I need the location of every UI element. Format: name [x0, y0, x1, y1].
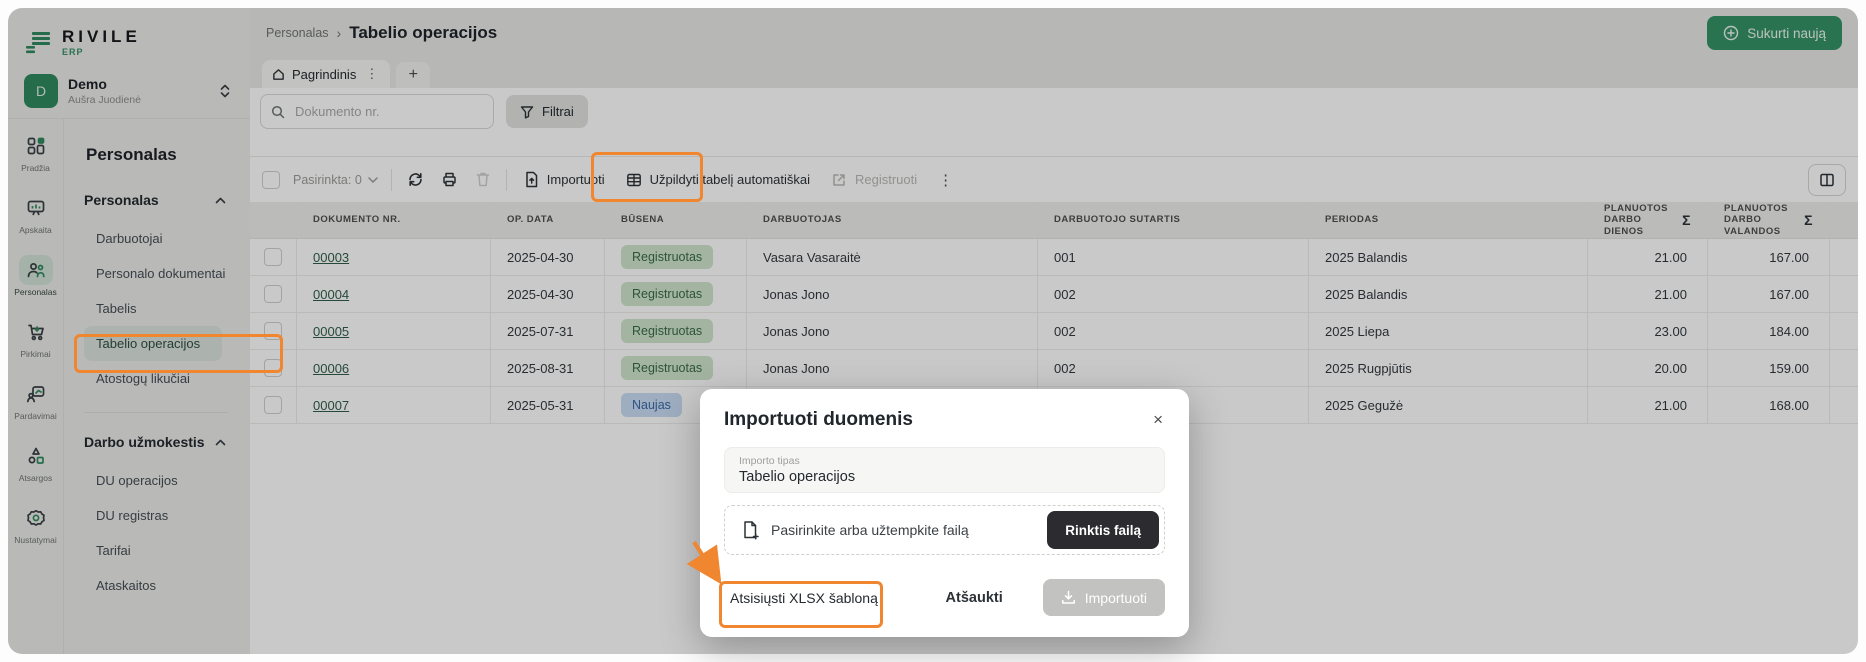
close-icon[interactable]: ×	[1151, 409, 1165, 430]
download-tray-icon	[1061, 590, 1076, 605]
choose-file-button[interactable]: Rinktis failą	[1047, 511, 1159, 549]
import-modal: Importuoti duomenis × Importo tipas Tabe…	[700, 389, 1189, 637]
modal-import-button[interactable]: Importuoti	[1043, 579, 1165, 616]
download-xlsx-template-link[interactable]: Atsisiųsti XLSX šabloną	[724, 582, 884, 614]
import-type-select[interactable]: Importo tipas Tabelio operacijos	[724, 447, 1165, 493]
cancel-button[interactable]: Atšaukti	[940, 589, 1009, 607]
modal-title: Importuoti duomenis	[724, 409, 913, 431]
file-plus-icon	[741, 520, 759, 540]
dropzone-label: Pasirinkite arba užtempkite failą	[771, 522, 1035, 538]
import-type-label: Importo tipas	[739, 455, 1150, 467]
import-type-value: Tabelio operacijos	[739, 469, 1150, 485]
file-dropzone[interactable]: Pasirinkite arba užtempkite failą Rinkti…	[724, 505, 1165, 555]
